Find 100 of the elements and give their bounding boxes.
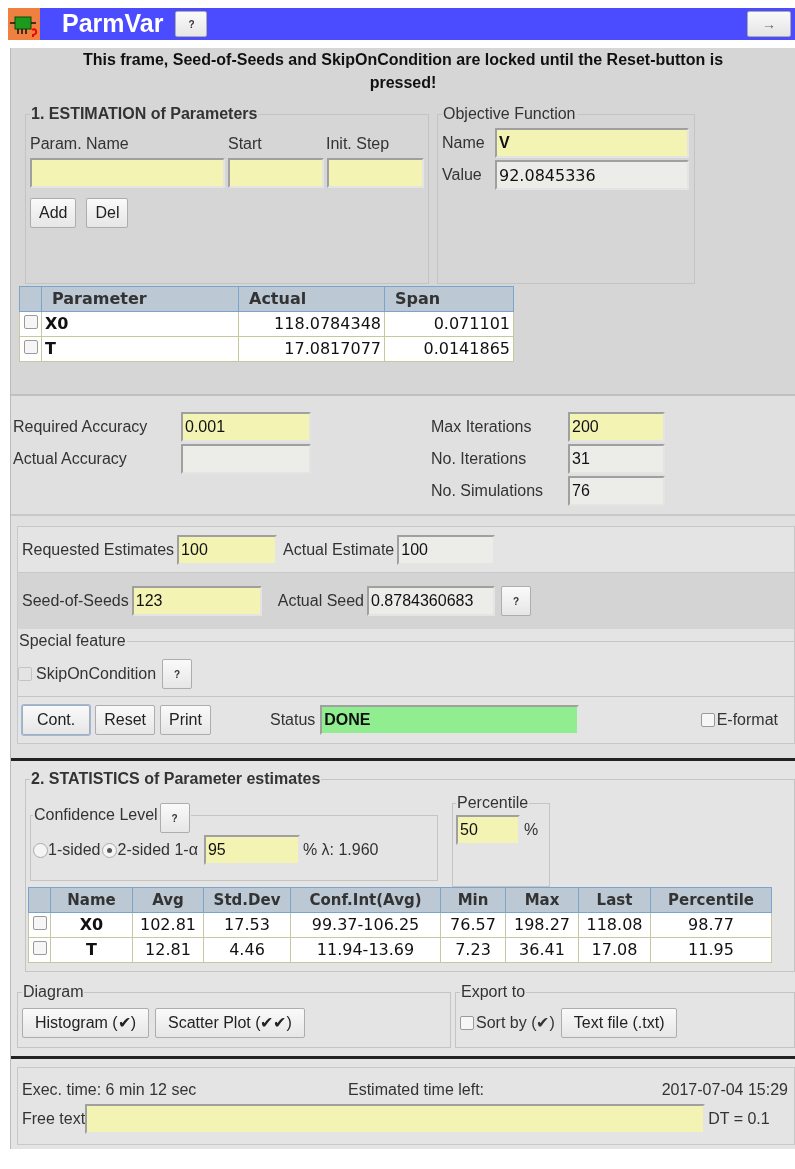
column-header[interactable]: Min <box>440 887 506 913</box>
field-label: Actual Seed <box>277 591 364 611</box>
table-cell: 198.27 <box>505 912 579 938</box>
table-cell: 36.41 <box>505 937 579 963</box>
button[interactable]: Histogram (✔) <box>22 1008 149 1038</box>
button[interactable]: Print <box>160 705 211 735</box>
status-text: 2017-07-04 15:29 <box>661 1080 788 1100</box>
input-field[interactable]: 0.001 <box>181 412 311 442</box>
field-label: Status <box>269 710 316 730</box>
group-title: Objective Function <box>442 104 577 124</box>
help-button[interactable]: ? <box>501 586 531 616</box>
table-cell: 0.071101 <box>384 311 514 337</box>
checkbox[interactable] <box>32 916 47 930</box>
field-label: Free text <box>22 1109 86 1129</box>
table-cell: 118.0784348 <box>238 311 385 337</box>
table-cell: X0 <box>50 912 133 938</box>
table-cell: 4.46 <box>203 937 291 963</box>
status-text: Estimated time left: <box>348 1080 486 1100</box>
button[interactable]: Reset <box>95 705 156 735</box>
input-field[interactable]: V <box>495 128 689 158</box>
group-title: Diagram <box>22 982 85 1002</box>
field-label: Actual Estimate <box>283 539 395 560</box>
help-button[interactable]: ? <box>162 659 193 689</box>
input-field[interactable]: 123 <box>131 586 262 616</box>
field-label: Name <box>442 133 486 153</box>
field-label: Requested Estimates <box>22 539 175 560</box>
column-header[interactable]: Name <box>50 887 133 913</box>
input-field[interactable]: 100 <box>177 534 278 565</box>
input-field[interactable] <box>85 1104 706 1134</box>
checkbox[interactable] <box>23 315 38 329</box>
column-header[interactable]: Conf.Int(Avg) <box>290 887 441 913</box>
button[interactable]: Del <box>86 198 129 228</box>
button[interactable]: Add <box>30 198 77 228</box>
help-button[interactable]: ? <box>175 11 208 37</box>
button[interactable]: Cont. <box>22 705 91 735</box>
table-cell: 99.37-106.25 <box>290 912 441 938</box>
table-cell: T <box>41 336 239 362</box>
input-field[interactable]: 100 <box>397 534 496 565</box>
input-field[interactable]: 92.0845336 <box>495 160 689 190</box>
notice-text: This frame, Seed-of-Seeds and SkipOnCondition are locked until the Reset-button is pressed! <box>81 50 725 93</box>
status-field[interactable]: DONE <box>320 705 580 735</box>
input-field[interactable] <box>228 158 324 188</box>
column-header[interactable]: Span <box>384 286 514 312</box>
table-cell: 102.81 <box>132 912 204 938</box>
input-field[interactable]: 95 <box>203 835 300 865</box>
table-cell: 7.23 <box>440 937 506 963</box>
checkbox[interactable] <box>460 1016 474 1030</box>
input-field[interactable]: 0.8784360683 <box>367 586 495 616</box>
column-header[interactable]: Percentile <box>650 887 772 913</box>
field-label: % λ: 1.960 <box>302 840 379 860</box>
column-header[interactable]: Std.Dev <box>203 887 291 913</box>
field-label: Seed-of-Seeds <box>22 591 129 611</box>
radio-button[interactable] <box>102 842 118 858</box>
status-text: DT = 0.1 <box>708 1109 770 1129</box>
forward-button[interactable]: → <box>747 11 791 37</box>
checkbox[interactable] <box>32 941 47 955</box>
table-cell: 17.53 <box>203 912 291 938</box>
column-header[interactable]: Actual <box>238 286 385 312</box>
table-cell: 0.0141865 <box>384 336 514 362</box>
table-cell: 12.81 <box>132 937 204 963</box>
field-label: Required Accuracy <box>13 417 149 437</box>
column-header[interactable]: Parameter <box>41 286 239 312</box>
group-title: 1. ESTIMATION of Parameters <box>30 104 259 124</box>
radio-label: 1-sided <box>48 840 101 860</box>
field-label: Max Iterations <box>431 417 533 437</box>
field-label: Value <box>442 165 483 185</box>
radio-button[interactable] <box>33 842 48 858</box>
checkbox-label: SkipOnCondition <box>36 664 157 684</box>
checkbox[interactable] <box>700 713 715 727</box>
field-label: No. Iterations <box>431 449 528 469</box>
input-field[interactable] <box>30 158 225 188</box>
group-title: Percentile <box>456 793 530 813</box>
column-header[interactable]: Avg <box>132 887 204 913</box>
field-label: Param. Name <box>30 134 130 154</box>
field-label: No. Simulations <box>431 481 545 501</box>
help-button[interactable]: ? <box>159 803 190 833</box>
input-field[interactable]: 50 <box>456 815 520 845</box>
checkbox-label: Sort by (✔) <box>476 1013 555 1033</box>
input-field[interactable]: 200 <box>568 412 665 442</box>
field-label: Init. Step <box>326 134 391 154</box>
button[interactable]: Scatter Plot (✔✔) <box>155 1008 305 1038</box>
input-field[interactable]: 76 <box>568 476 665 506</box>
input-field[interactable] <box>327 158 424 188</box>
column-header[interactable]: Max <box>505 887 579 913</box>
radio-label: 2-sided 1-α <box>117 840 198 860</box>
input-field[interactable] <box>181 444 311 474</box>
window-title: ParmVar <box>62 8 164 40</box>
group-title: 2. STATISTICS of Parameter estimates <box>30 769 322 789</box>
table-cell: 11.94-13.69 <box>290 937 441 963</box>
field-label: Actual Accuracy <box>13 449 128 469</box>
checkbox-label: E-format <box>716 710 778 730</box>
input-field[interactable]: 31 <box>568 444 665 474</box>
table-cell: T <box>50 937 133 963</box>
table-cell: 118.08 <box>578 912 651 938</box>
group-title: Confidence Level <box>34 805 158 825</box>
button[interactable]: Text file (.txt) <box>560 1008 678 1038</box>
column-header[interactable]: Last <box>578 887 651 913</box>
field-label: % <box>524 820 539 840</box>
group-title: Special feature <box>18 631 127 651</box>
checkbox[interactable] <box>23 340 38 354</box>
